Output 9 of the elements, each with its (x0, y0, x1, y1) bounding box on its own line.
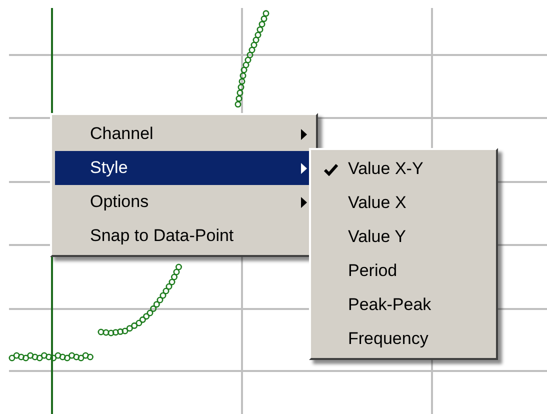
menu-item[interactable]: Value X (314, 186, 493, 220)
menu-item[interactable]: Peak-Peak (314, 288, 493, 322)
menu-item[interactable]: Options (55, 185, 313, 219)
menu-item[interactable]: Value Y (314, 220, 493, 254)
menu-item[interactable]: Period (314, 254, 493, 288)
menu-item[interactable]: Channel (55, 117, 313, 151)
menu-item[interactable]: Snap to Data-Point (55, 219, 313, 253)
menu-item[interactable]: Value X-Y (314, 152, 493, 186)
menu-item[interactable]: Frequency (314, 322, 493, 356)
